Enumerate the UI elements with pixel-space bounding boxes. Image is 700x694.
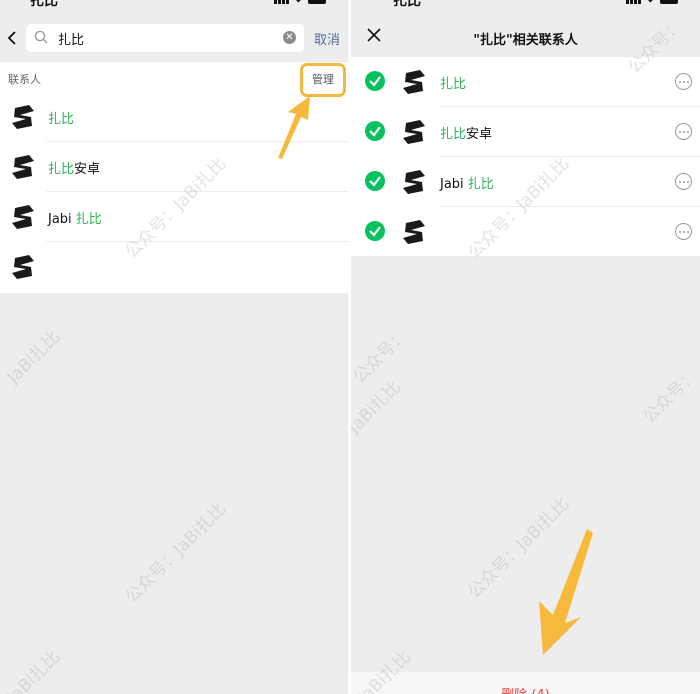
- black-s-logo-icon: [12, 105, 34, 129]
- contact-name: 扎比: [48, 112, 75, 127]
- ellipsis-circle-icon[interactable]: [675, 223, 692, 240]
- search-input[interactable]: 扎比 ✕: [26, 24, 304, 52]
- search-results-screen: 扎比 ◆ 扎比 ✕ 取消 联系人 管理 扎比 扎比安卓 Jab: [0, 0, 348, 694]
- watermark: 公众号：JaBi扎比: [121, 498, 231, 608]
- watermark: JaBi扎比: [3, 646, 65, 694]
- bottom-action-bar: 删除 (4): [351, 672, 700, 694]
- status-bar: 扎比 ◆: [0, 0, 348, 10]
- signal-icon: [625, 0, 641, 4]
- battery-icon: [660, 0, 678, 4]
- contact-list: 扎比 扎比安卓 Jabi 扎比: [351, 57, 700, 256]
- checkmark-circle-icon[interactable]: [365, 121, 385, 141]
- contact-name: 扎比安卓: [48, 162, 101, 177]
- black-s-logo-icon: [403, 170, 425, 194]
- status-title: 扎比: [393, 0, 421, 9]
- ellipsis-circle-icon[interactable]: [675, 73, 692, 90]
- status-title: 扎比: [30, 0, 58, 9]
- black-s-logo-icon: [403, 220, 425, 244]
- wifi-icon: ◆: [646, 0, 655, 4]
- black-s-logo-icon: [12, 205, 34, 229]
- contact-name: 扎比安卓: [440, 127, 493, 142]
- contact-row[interactable]: [0, 242, 348, 292]
- wifi-icon: ◆: [294, 0, 303, 4]
- delete-button[interactable]: 删除 (4): [351, 684, 700, 694]
- back-icon[interactable]: [6, 30, 18, 46]
- black-s-logo-icon: [12, 155, 34, 179]
- contact-name: Jabi 扎比: [440, 177, 494, 192]
- checkmark-circle-icon[interactable]: [365, 71, 385, 91]
- search-bar: 扎比 ✕ 取消: [0, 24, 348, 54]
- checkmark-circle-icon[interactable]: [365, 221, 385, 241]
- annotation-arrow-icon: [539, 529, 593, 655]
- cancel-button[interactable]: 取消: [314, 29, 340, 48]
- related-contacts-screen: 扎比 ◆ "扎比"相关联系人 扎比 扎比安卓 Jabi 扎比: [351, 0, 700, 694]
- black-s-logo-icon: [403, 120, 425, 144]
- section-label: 联系人: [8, 73, 41, 86]
- battery-icon: [308, 0, 326, 4]
- search-icon: [34, 30, 48, 44]
- checkmark-circle-icon[interactable]: [365, 171, 385, 191]
- status-bar: 扎比 ◆: [351, 0, 700, 10]
- list-item[interactable]: 扎比安卓: [351, 107, 700, 157]
- contact-name: 扎比: [440, 77, 467, 92]
- contact-name: Jabi 扎比: [48, 212, 102, 227]
- ellipsis-circle-icon[interactable]: [675, 123, 692, 140]
- black-s-logo-icon: [12, 255, 34, 279]
- clear-icon[interactable]: ✕: [283, 31, 296, 44]
- signal-icon: [273, 0, 289, 4]
- ellipsis-circle-icon[interactable]: [675, 173, 692, 190]
- black-s-logo-icon: [403, 70, 425, 94]
- search-value: 扎比: [58, 33, 85, 48]
- watermark: JaBi扎比: [3, 326, 65, 388]
- watermark: 公众号：: [639, 365, 700, 428]
- annotation-arrow-icon: [278, 96, 310, 159]
